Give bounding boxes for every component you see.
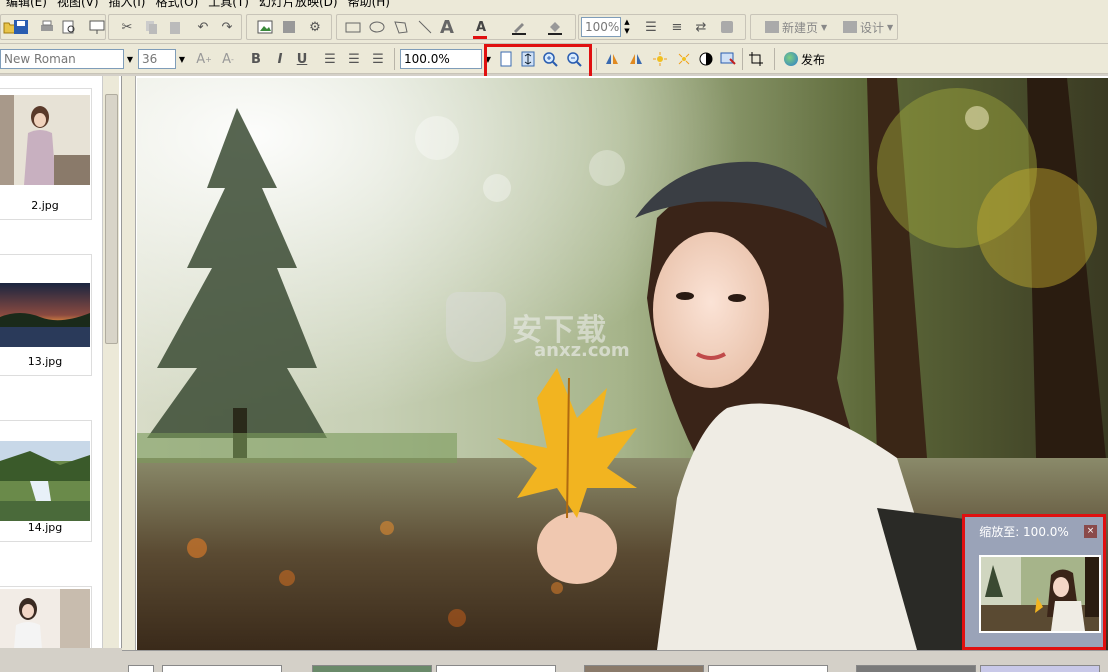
thumbnail-card[interactable]: 14.jpg <box>0 420 92 542</box>
font-size-select[interactable]: 36 <box>138 49 176 69</box>
vertical-ruler <box>122 76 136 650</box>
thumbnail-card[interactable]: 13.jpg <box>0 254 92 376</box>
fill-color-icon[interactable] <box>545 17 565 37</box>
navigator-close-button[interactable]: × <box>1084 525 1097 538</box>
zoom-navigator[interactable]: 缩放至: 100.0% × <box>962 514 1106 650</box>
filmstrip-item[interactable] <box>708 665 828 672</box>
sharpen-icon[interactable] <box>674 49 694 69</box>
undo-icon[interactable]: ↶ <box>193 17 213 37</box>
zoom-spinner[interactable]: ▲ ▼ <box>621 17 633 37</box>
new-page-button[interactable]: 新建页 ▼ <box>765 17 827 37</box>
print-icon[interactable] <box>37 17 57 37</box>
rectangle-icon[interactable] <box>343 17 363 37</box>
font-size-dropdown-icon[interactable]: ▼ <box>176 49 188 69</box>
menu-format[interactable]: 格式(O) <box>155 0 208 10</box>
slideshow-icon[interactable] <box>87 17 107 37</box>
thumbnail-image <box>0 441 90 521</box>
menu-edit[interactable]: 编辑(E) <box>6 0 57 10</box>
insert-group: ⚙ <box>246 14 332 40</box>
globe-icon <box>784 52 798 66</box>
insert-image-icon[interactable] <box>255 17 275 37</box>
cut-icon[interactable]: ✂ <box>117 17 137 37</box>
menu-view[interactable]: 视图(V) <box>57 0 109 10</box>
zoom-percent-input[interactable]: 100.0% <box>400 49 482 69</box>
adjust-image-icon[interactable] <box>718 49 738 69</box>
navigator-title: 缩放至: 100.0% <box>979 525 1069 539</box>
thumbnail-image <box>0 589 90 648</box>
thumbnail-image <box>0 283 90 347</box>
group-icon[interactable] <box>717 17 737 37</box>
publish-button[interactable]: 发布 <box>784 49 825 69</box>
brightness-icon[interactable] <box>650 49 670 69</box>
menu-tools[interactable]: 工具(T) <box>208 0 259 10</box>
filmstrip-item[interactable] <box>162 665 282 672</box>
font-color-icon[interactable]: A <box>471 17 491 37</box>
underline-button[interactable]: U <box>292 49 312 69</box>
shield-icon <box>446 292 506 362</box>
print-preview-icon[interactable] <box>59 17 79 37</box>
swap-icon[interactable]: ⇄ <box>691 17 711 37</box>
filmstrip-item[interactable] <box>312 665 432 672</box>
app-window: 编辑(E) 视图(V) 插入(I) 格式(O) 工具(T) 幻灯片放映(D) 帮… <box>0 0 1108 672</box>
filmstrip-item[interactable] <box>128 665 154 672</box>
zoom-tools-highlight <box>484 44 592 80</box>
contrast-icon[interactable] <box>696 49 716 69</box>
menu-insert[interactable]: 插入(I) <box>109 0 156 10</box>
align-right-icon[interactable]: ☰ <box>368 49 388 69</box>
line-icon[interactable] <box>415 17 435 37</box>
font-name-select[interactable]: New Roman <box>0 49 124 69</box>
font-name-dropdown-icon[interactable]: ▼ <box>124 49 136 69</box>
page-group: 新建页 ▼ 设计 ▼ <box>750 14 898 40</box>
thumbnail-image <box>0 95 90 185</box>
thumbnail-panel: 2.jpg 13.jpg 14.jpg <box>0 76 122 648</box>
bold-button[interactable]: B <box>246 49 266 69</box>
thumbnail-label: 14.jpg <box>27 521 63 534</box>
menu-help[interactable]: 帮助(H) <box>348 0 400 10</box>
toolbar-format: New Roman ▼ 36 ▼ A + A- B I U ☰ ☰ ☰ 100.0… <box>0 44 1108 80</box>
zoom-input[interactable]: 100% <box>581 17 621 37</box>
thumbnail-card[interactable] <box>0 586 92 648</box>
settings-icon[interactable]: ⚙ <box>305 17 325 37</box>
align-center-icon[interactable]: ☰ <box>344 49 364 69</box>
draw-group: A A <box>336 14 576 40</box>
zoom-group: 100% ▲ ▼ ☰ ≡ ⇄ <box>578 14 746 40</box>
thumbnail-label: 2.jpg <box>31 199 59 212</box>
watermark-sub: anxz.com <box>534 340 630 361</box>
filmstrip-item[interactable] <box>980 665 1100 672</box>
design-button[interactable]: 设计 ▼ <box>843 17 893 37</box>
mirror-vertical-icon[interactable] <box>626 49 646 69</box>
crop-icon[interactable] <box>746 49 766 69</box>
insert-media-icon[interactable] <box>279 17 299 37</box>
menu-bar: 编辑(E) 视图(V) 插入(I) 格式(O) 工具(T) 幻灯片放映(D) 帮… <box>0 0 1108 10</box>
filmstrip-bar <box>122 650 1108 672</box>
distribute-icon[interactable]: ≡ <box>667 17 687 37</box>
thumbnail-scrollbar[interactable] <box>102 76 119 648</box>
font-color-swatch <box>473 36 487 39</box>
navigator-preview[interactable] <box>979 555 1101 633</box>
filmstrip-item[interactable] <box>436 665 556 672</box>
italic-button[interactable]: I <box>270 49 290 69</box>
thumbnail-label: 13.jpg <box>27 355 63 368</box>
save-icon[interactable] <box>11 17 31 37</box>
align-left-icon[interactable]: ☰ <box>320 49 340 69</box>
filmstrip-item[interactable] <box>584 665 704 672</box>
thumbnail-card[interactable]: 2.jpg <box>0 88 92 220</box>
line-color-icon[interactable] <box>509 17 529 37</box>
grow-font-icon[interactable]: A + <box>194 49 214 69</box>
text-icon[interactable]: A <box>437 17 457 38</box>
mirror-horizontal-icon[interactable] <box>602 49 622 69</box>
filmstrip-item[interactable] <box>856 665 976 672</box>
file-group <box>0 14 106 40</box>
paste-icon[interactable] <box>165 17 185 37</box>
edit-group: ✂ ↶ ↷ <box>108 14 242 40</box>
shrink-font-icon[interactable]: A- <box>218 49 238 69</box>
toolbar-main: ✂ ↶ ↷ ⚙ A A 100% ▲ ▼ ☰ ≡ ⇄ 新建页 ▼ 设计 ▼ <box>0 10 1108 44</box>
menu-slideshow[interactable]: 幻灯片放映(D) <box>259 0 348 10</box>
polygon-icon[interactable] <box>391 17 411 37</box>
ellipse-icon[interactable] <box>367 17 387 37</box>
scrollbar-thumb[interactable] <box>105 94 118 344</box>
redo-icon[interactable]: ↷ <box>217 17 237 37</box>
copy-icon[interactable] <box>141 17 161 37</box>
align-icon[interactable]: ☰ <box>641 17 661 37</box>
